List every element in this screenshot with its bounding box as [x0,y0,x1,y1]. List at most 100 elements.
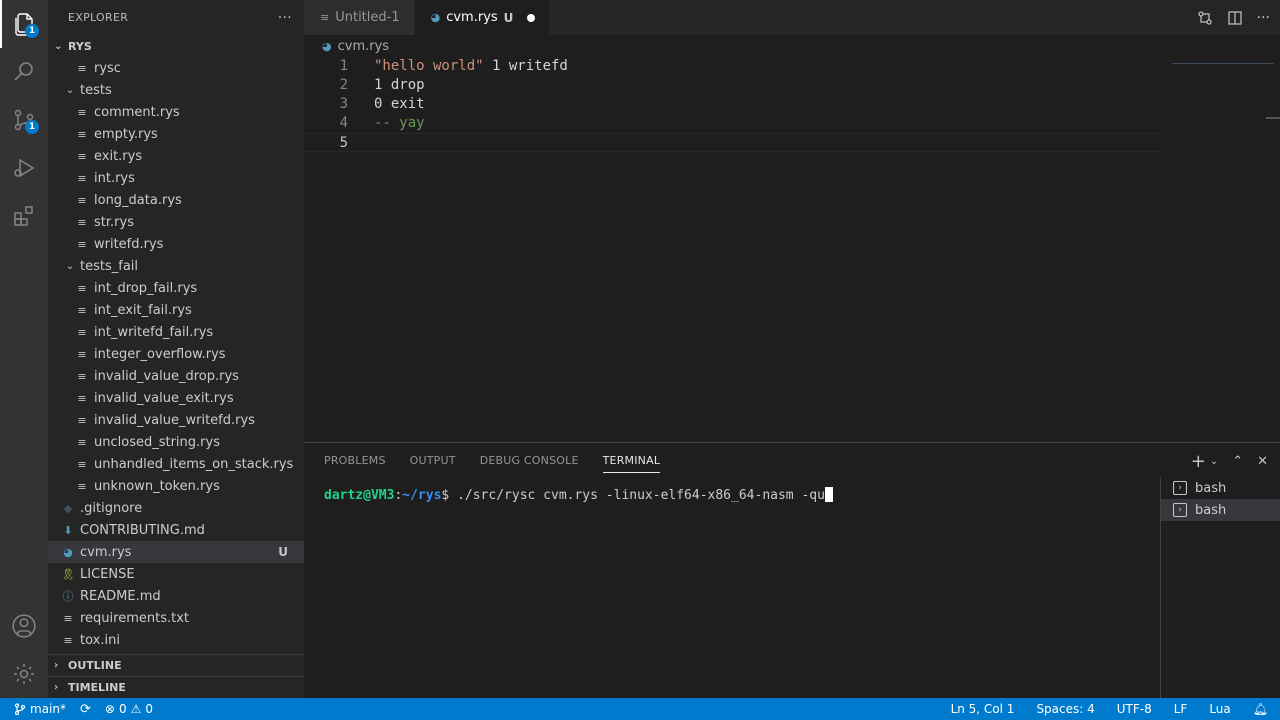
tree-file[interactable]: ≡ empty.rys [48,123,304,145]
tree-file[interactable]: ≡ invalid_value_writefd.rys [48,409,304,431]
account-icon[interactable] [0,602,48,650]
more-actions-icon[interactable]: ··· [278,10,292,26]
panel-actions: + ⌄ ⌃ ✕ [1191,451,1268,472]
file-plain-icon: ≡ [77,215,87,229]
open-changes-icon[interactable] [1197,10,1213,26]
cursor-position[interactable]: Ln 5, Col 1 [951,702,1015,716]
workspace-root[interactable]: ⌄ RYS [48,35,304,57]
tree-file[interactable]: ≡ int_exit_fail.rys [48,299,304,321]
breadcrumb-file[interactable]: cvm.rys [338,39,389,54]
language-mode[interactable]: Lua [1209,702,1230,716]
tree-file[interactable]: ≡ tox.ini [48,629,304,651]
chevron-down-icon[interactable]: ⌄ [1210,456,1218,467]
tree-file[interactable]: ≡ requirements.txt [48,607,304,629]
code-text: -- yay [374,114,425,133]
extensions-icon[interactable] [0,192,48,240]
panel-tab-problems[interactable]: PROBLEMS [324,449,386,473]
minimap[interactable] [1172,63,1274,64]
tree-file[interactable]: ◕ cvm.rys U [48,541,304,563]
tree-item-label: tests_fail [80,258,139,274]
timeline-section[interactable]: › TIMELINE [48,676,304,698]
notifications-bell-icon[interactable]: 🔔︎ [1253,702,1268,716]
tab-untitled-1[interactable]: ≡ Untitled-1 [304,0,415,35]
untracked-badge: U [278,545,288,559]
tree-file[interactable]: ≡ unclosed_string.rys [48,431,304,453]
explorer-icon[interactable]: 1 [0,0,48,48]
tree-file[interactable]: ≡ unknown_token.rys [48,475,304,497]
tree-file[interactable]: ≡ long_data.rys [48,189,304,211]
tree-item-label: requirements.txt [80,610,190,626]
indentation[interactable]: Spaces: 4 [1036,702,1094,716]
code-line[interactable]: 1 "hello world" 1 writefd [304,57,1164,76]
terminal-output[interactable]: dartz@VM3:~/rys$ ./src/rysc cvm.rys -lin… [324,487,833,503]
code-editor[interactable]: 1 "hello world" 1 writefd 2 1 drop 3 0 exit 4 -… [304,55,1280,442]
tree-item-label: int_exit_fail.rys [94,302,192,318]
search-icon[interactable] [0,48,48,96]
tree-file[interactable]: ⬇ CONTRIBUTING.md [48,519,304,541]
tree-file[interactable]: ≡ unhandled_items_on_stack.rys [48,453,304,475]
run-debug-icon[interactable] [0,144,48,192]
terminal-path: ~/rys [402,488,442,503]
code-line[interactable]: 5 [304,133,1164,152]
sync-icon[interactable]: ⟳ [80,702,91,717]
terminal-instance[interactable]: › bash [1161,499,1280,521]
panel-tab-output[interactable]: OUTPUT [410,449,456,473]
tree-folder[interactable]: ⌄ tests [48,79,304,101]
line-number: 3 [339,96,348,112]
tab-cvm-rys[interactable]: ◕ cvm.rys U [414,0,551,35]
timeline-label: TIMELINE [68,681,126,694]
tree-file[interactable]: ≡ invalid_value_drop.rys [48,365,304,387]
tree-item-label: rysc [94,60,121,76]
bottom-panel: PROBLEMS OUTPUT DEBUG CONSOLE TERMINAL + ⌄ … [304,442,1280,699]
tree-item-label: .gitignore [80,500,143,516]
close-panel-icon[interactable]: ✕ [1257,454,1268,469]
tree-file[interactable]: ⓘ README.md [48,585,304,607]
new-terminal-icon[interactable]: + [1191,451,1206,472]
tree-file[interactable]: ≡ integer_overflow.rys [48,343,304,365]
source-control-icon[interactable]: 1 [0,96,48,144]
tree-file[interactable]: ≡ comment.rys [48,101,304,123]
problems-item[interactable]: ⊗ 0 ⚠ 0 [105,702,153,716]
tree-file[interactable]: ≡ writefd.rys [48,233,304,255]
split-editor-icon[interactable] [1227,10,1243,26]
tree-file[interactable]: ≡ str.rys [48,211,304,233]
file-plain-icon: ≡ [77,127,87,141]
code-line[interactable]: 2 1 drop [304,76,1164,95]
tree-folder[interactable]: ⌄ tests_fail [48,255,304,277]
terminal-instance[interactable]: › bash [1161,477,1280,499]
file-plain-icon: ≡ [77,237,87,251]
tree-file[interactable]: ≡ int_drop_fail.rys [48,277,304,299]
file-plain-icon: ≡ [77,61,87,75]
branch-name: main* [30,702,66,716]
more-actions-icon[interactable]: ··· [1257,10,1270,26]
maximize-panel-icon[interactable]: ⌃ [1232,454,1243,469]
activity-bar: 1 1 [0,0,48,698]
panel-tab-debug-console[interactable]: DEBUG CONSOLE [480,449,579,473]
file-plain-icon: ≡ [77,281,87,295]
terminal-user: dartz@VM3 [324,488,395,503]
tree-file[interactable]: 🎗︎ LICENSE [48,563,304,585]
file-plain-icon: ≡ [77,457,87,471]
unsaved-dot-icon[interactable] [527,13,536,22]
tree-file[interactable]: ≡ invalid_value_exit.rys [48,387,304,409]
branch-item[interactable]: main* [14,702,66,716]
code-line[interactable]: 4 -- yay [304,114,1164,133]
end-of-line[interactable]: LF [1174,702,1188,716]
encoding[interactable]: UTF-8 [1117,702,1152,716]
tree-file[interactable]: ≡ int_writefd_fail.rys [48,321,304,343]
code-line[interactable]: 3 0 exit [304,95,1164,114]
panel-tab-terminal[interactable]: TERMINAL [602,449,661,473]
source-control-badge: 1 [25,120,39,134]
tree-file[interactable]: ≡ exit.rys [48,145,304,167]
workspace-root-label: RYS [68,39,92,53]
terminal-icon: › [1173,503,1187,517]
tree-file[interactable]: ≡ rysc [48,57,304,79]
manage-gear-icon[interactable] [0,650,48,698]
outline-section[interactable]: › OUTLINE [48,654,304,676]
tree-item-label: CONTRIBUTING.md [80,522,205,538]
tree-item-label: long_data.rys [94,192,182,208]
chevron-down-icon: ⌄ [65,84,75,96]
tree-file[interactable]: ◆ .gitignore [48,497,304,519]
tree-file[interactable]: ≡ int.rys [48,167,304,189]
file-plain-icon: ≡ [77,369,87,383]
